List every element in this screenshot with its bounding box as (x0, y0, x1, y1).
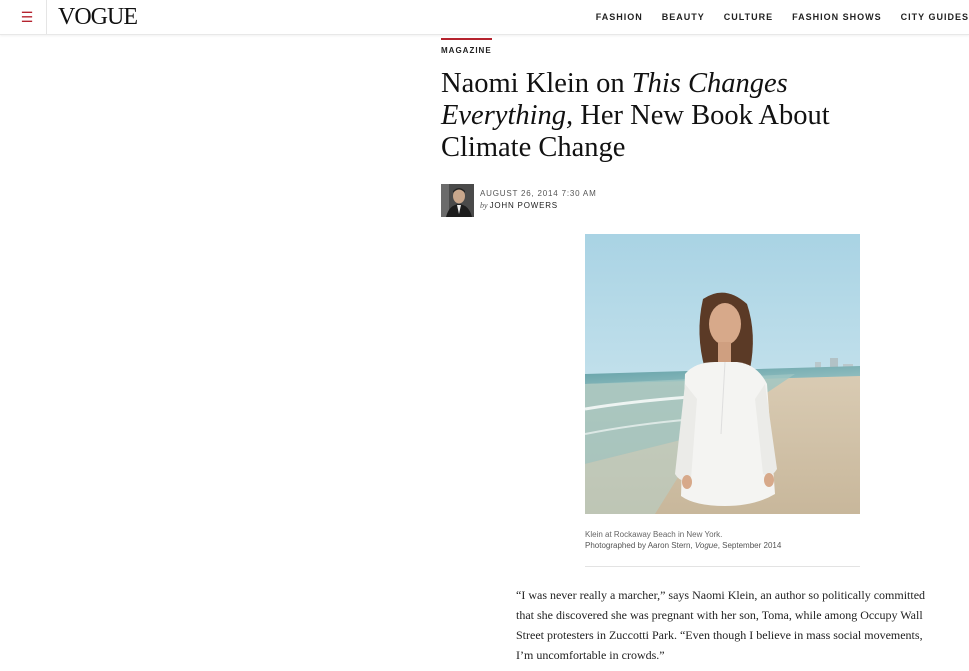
article-body-paragraph: “I was never really a marcher,” says Nao… (516, 588, 926, 662)
nav-fashion[interactable]: FASHION (596, 12, 643, 22)
author-line: by JOHN POWERS (480, 201, 597, 210)
headline-part-1: Naomi Klein on (441, 68, 632, 99)
photo-caption: Klein at Rockaway Beach in New York. Pho… (585, 529, 860, 551)
credit-prefix: Photographed by Aaron Stern, (585, 541, 695, 550)
author-name[interactable]: JOHN POWERS (490, 201, 558, 210)
top-nav-bar: ☰ VOGUE FASHION BEAUTY CULTURE FASHION S… (0, 0, 969, 35)
author-avatar[interactable] (441, 184, 474, 217)
caption-divider (585, 566, 860, 567)
credit-suffix: , September 2014 (717, 541, 782, 550)
main-nav: FASHION BEAUTY CULTURE FASHION SHOWS CIT… (577, 0, 969, 34)
caption-text: Klein at Rockaway Beach in New York. (585, 530, 723, 539)
section-label[interactable]: MAGAZINE (441, 38, 492, 55)
hero-photo (584, 234, 860, 514)
nav-fashion-shows[interactable]: FASHION SHOWS (792, 12, 882, 22)
byline: AUGUST 26, 2014 7:30 AM by JOHN POWERS (480, 189, 597, 210)
nav-city-guides[interactable]: CITY GUIDES (901, 12, 969, 22)
publish-date: AUGUST 26, 2014 7:30 AM (480, 189, 597, 198)
by-label: by (480, 201, 488, 210)
article-headline: Naomi Klein on This Changes Everything, … (441, 68, 911, 164)
photo-credit: Photographed by Aaron Stern, Vogue, Sept… (585, 540, 860, 551)
nav-culture[interactable]: CULTURE (724, 12, 773, 22)
nav-beauty[interactable]: BEAUTY (662, 12, 705, 22)
vogue-logo[interactable]: VOGUE (58, 4, 138, 30)
hamburger-menu-icon[interactable]: ☰ (8, 0, 47, 34)
credit-magazine: Vogue (694, 541, 718, 550)
